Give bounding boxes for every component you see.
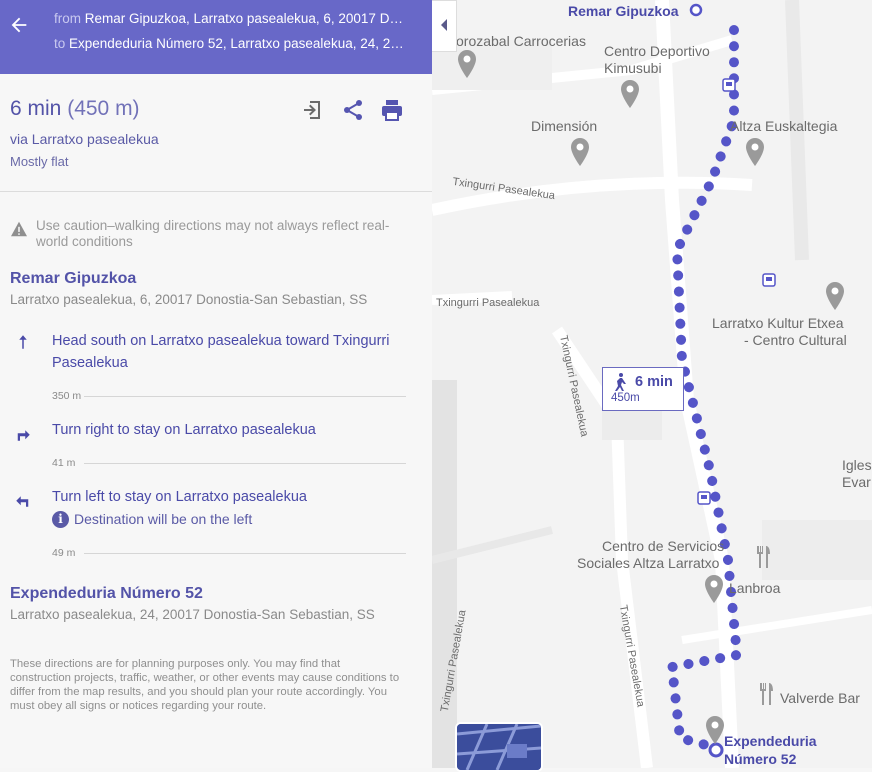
from-value: Remar Gipuzkoa, Larratxo pasealekua, 6, … <box>84 11 406 26</box>
route-time: 6 min <box>10 97 62 120</box>
origin-address: Larratxo pasealekua, 6, 20017 Donostia-S… <box>10 292 368 307</box>
step-3-note: Destination will be on the left <box>74 511 253 527</box>
callout-distance: 450m <box>611 392 640 404</box>
map-label-lanbroa[interactable]: Lanbroa <box>729 580 780 596</box>
arrow-up-icon <box>19 335 27 349</box>
bus-stop-icon[interactable] <box>722 78 736 92</box>
map-label-destination-1[interactable]: Expendeduria <box>724 733 817 749</box>
place-pin-icon[interactable] <box>745 138 765 166</box>
share-icon[interactable] <box>340 98 366 122</box>
step-2-text[interactable]: Turn right to stay on Larratxo pasealeku… <box>52 419 392 441</box>
restaurant-icon[interactable] <box>754 546 772 568</box>
disclaimer: These directions are for planning purpos… <box>10 658 400 712</box>
map-label-servicios-2[interactable]: Sociales Altza Larratxo <box>577 555 719 571</box>
map-label-iglesia-2[interactable]: Evar <box>842 474 871 490</box>
satellite-thumbnail-icon <box>457 724 541 770</box>
route-via: via Larratxo pasealekua <box>10 131 159 147</box>
bus-stop-icon[interactable] <box>697 491 711 505</box>
from-prefix: from <box>54 11 81 26</box>
map-label-carrocerias[interactable]: Erorozabal Carrocerias <box>442 33 586 49</box>
from-line[interactable]: from Remar Gipuzkoa, Larratxo pasealekua… <box>54 11 406 26</box>
to-value: Expendeduria Número 52, Larratxo paseale… <box>69 36 406 51</box>
route-summary: 6 min (450 m) <box>10 97 140 121</box>
place-pin-icon[interactable] <box>705 716 725 744</box>
route-callout[interactable]: 6 min 450m <box>602 367 684 411</box>
back-arrow-icon[interactable] <box>8 14 30 36</box>
map-label-kimusubi-1[interactable]: Centro Deportivo <box>604 43 710 59</box>
walking-icon <box>615 373 626 391</box>
turn-left-icon <box>16 496 29 507</box>
map-label-kultur-1[interactable]: Larratxo Kultur Etxea <box>712 315 844 331</box>
to-prefix: to <box>54 36 66 51</box>
step-2-rule <box>84 463 406 464</box>
step-1-rule <box>84 396 406 397</box>
map-label-euskaltegia[interactable]: Altza Euskaltegia <box>730 118 837 134</box>
origin-name: Remar Gipuzkoa <box>10 270 137 287</box>
map-label-dimension[interactable]: Dimensión <box>531 118 597 134</box>
map-label-origin[interactable]: Remar Gipuzkoa <box>568 3 678 19</box>
caution-message: Use caution–walking directions may not a… <box>36 218 390 249</box>
map-label-kultur-2[interactable]: - Centro Cultural <box>744 332 847 348</box>
to-line[interactable]: to Expendeduria Número 52, Larratxo pase… <box>54 36 406 51</box>
map-label-kimusubi-2[interactable]: Kimusubi <box>604 60 662 76</box>
restaurant-icon[interactable] <box>757 683 775 705</box>
destination-name: Expendeduria Número 52 <box>10 585 203 602</box>
turn-right-icon <box>17 430 30 441</box>
step-3-text[interactable]: Turn left to stay on Larratxo pasealekua <box>52 486 392 508</box>
step-3-distance: 49 m <box>52 547 76 559</box>
collapse-panel-button[interactable] <box>432 0 457 52</box>
warning-icon <box>11 221 27 237</box>
map-label-destination-2[interactable]: Número 52 <box>724 751 796 767</box>
directions-panel: from Remar Gipuzkoa, Larratxo pasealekua… <box>0 0 432 768</box>
place-pin-icon[interactable] <box>825 282 845 310</box>
map-label-street: Txingurri Pasealekua <box>436 297 540 309</box>
chevron-left-icon <box>441 19 447 31</box>
step-3-rule <box>84 553 406 554</box>
step-1-text[interactable]: Head south on Larratxo pasealekua toward… <box>52 330 392 374</box>
place-pin-icon[interactable] <box>457 50 477 78</box>
step-2-distance: 41 m <box>52 457 76 469</box>
map-label-valverde[interactable]: Valverde Bar <box>780 690 860 706</box>
place-pin-icon[interactable] <box>620 80 640 108</box>
place-pin-icon[interactable] <box>704 575 724 603</box>
divider <box>0 191 432 192</box>
send-to-device-icon[interactable] <box>300 98 326 122</box>
satellite-toggle[interactable] <box>455 722 543 772</box>
route-distance: (450 m) <box>67 97 140 120</box>
map-label-iglesia-1[interactable]: Igles <box>842 457 872 473</box>
destination-address: Larratxo pasealekua, 24, 20017 Donostia-… <box>10 607 375 622</box>
directions-header: from Remar Gipuzkoa, Larratxo pasealekua… <box>0 0 432 74</box>
bus-stop-icon[interactable] <box>762 273 776 287</box>
route-terrain: Mostly flat <box>10 154 69 169</box>
info-icon: i <box>52 511 69 528</box>
print-icon[interactable] <box>379 98 405 122</box>
map-label-servicios-1[interactable]: Centro de Servicios <box>602 538 724 554</box>
place-pin-icon[interactable] <box>570 138 590 166</box>
callout-time: 6 min <box>635 374 673 390</box>
step-1-distance: 350 m <box>52 390 82 402</box>
